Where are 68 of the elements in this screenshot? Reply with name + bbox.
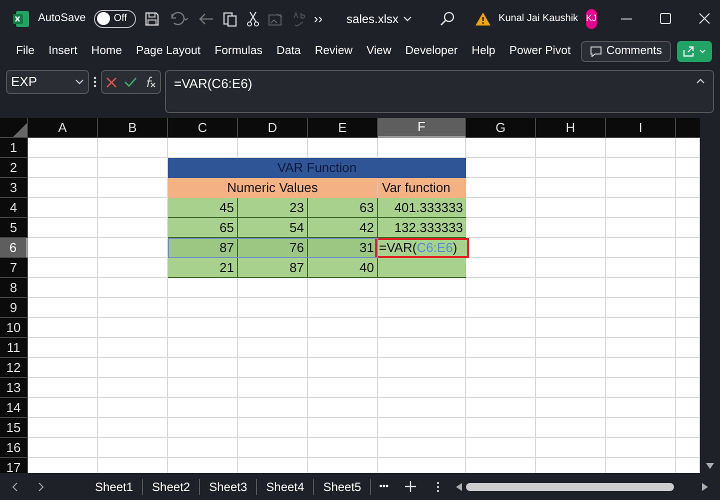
menu-tab[interactable]: View (366, 42, 392, 60)
row-header[interactable]: 10 (0, 318, 28, 338)
formula-editor[interactable]: =VAR(C6:E6) (375, 238, 469, 258)
sheet-tab[interactable]: Sheet3 (200, 478, 256, 496)
table-cell: 45 (168, 198, 238, 218)
table-header-cell: Numeric Values (168, 178, 378, 198)
menu-tab[interactable]: Page Layout (136, 42, 201, 60)
sheet-tab[interactable]: Sheet5 (314, 478, 370, 496)
menu-tab[interactable]: Developer (405, 42, 458, 60)
menu-tab[interactable]: Home (91, 42, 122, 60)
sheet-tab[interactable]: Sheet4 (257, 478, 314, 496)
table-title-cell: VAR Function (168, 158, 466, 178)
column-header[interactable]: H (536, 118, 606, 138)
table-cell: 76 (238, 238, 308, 258)
row-header[interactable]: 12 (0, 358, 28, 378)
row-header[interactable]: 9 (0, 298, 28, 318)
file-name-dropdown[interactable]: sales.xlsx (346, 10, 412, 28)
column-header[interactable]: I (606, 118, 676, 138)
row-header[interactable]: 3 (0, 178, 28, 198)
column-header[interactable]: G (466, 118, 536, 138)
menu-tab[interactable]: Insert (48, 42, 78, 60)
menu-tab[interactable]: Formulas (214, 42, 263, 60)
menu-tab[interactable]: Review (314, 42, 353, 60)
sheet-tab[interactable]: Sheet2 (143, 478, 200, 496)
menu-tab[interactable]: Data (276, 42, 301, 60)
comments-button[interactable]: Comments (581, 41, 671, 62)
column-header[interactable]: C (168, 118, 238, 138)
column-header[interactable]: F (378, 118, 466, 138)
table-cell: 132.333333 (378, 218, 466, 238)
table-cell: 21 (168, 258, 238, 278)
row-header[interactable]: 17 (0, 458, 28, 473)
name-box[interactable]: EXP (6, 70, 89, 94)
row-header[interactable]: 13 (0, 378, 28, 398)
formula-input[interactable]: =VAR(C6:E6) (165, 70, 714, 113)
table-cell: 63 (308, 198, 378, 218)
row-header[interactable]: 6 (0, 238, 28, 258)
autosave-toggle[interactable]: Off (94, 10, 136, 28)
table-cell: 401.333333 (378, 198, 466, 218)
row-header[interactable]: 8 (0, 278, 28, 298)
table-cell: 65 (168, 218, 238, 238)
column-header[interactable]: E (308, 118, 378, 138)
avatar[interactable]: KJ (586, 8, 597, 28)
row-header[interactable]: 5 (0, 218, 28, 238)
row-header[interactable]: 16 (0, 438, 28, 458)
table-cell: 23 (238, 198, 308, 218)
table-cell: 54 (238, 218, 308, 238)
sheet-tab[interactable]: Sheet1 (86, 478, 142, 496)
column-header[interactable]: D (238, 118, 308, 138)
user-name: Kunal Jai Kaushik (498, 12, 578, 26)
menu-tab[interactable]: Power Pivot (509, 42, 571, 60)
autosave-label: AutoSave (38, 11, 86, 26)
row-header[interactable]: 4 (0, 198, 28, 218)
more-commands-button[interactable]: ›› (314, 8, 323, 28)
row-header[interactable]: 14 (0, 398, 28, 418)
table-header-cell: Var function (378, 178, 466, 198)
column-header[interactable]: A (28, 118, 98, 138)
menu-tab[interactable]: File (16, 42, 35, 60)
table-cell: 40 (308, 258, 378, 278)
column-header[interactable]: B (98, 118, 168, 138)
more-sheets-button[interactable]: ••• (371, 480, 397, 494)
row-header[interactable]: 15 (0, 418, 28, 438)
row-header[interactable]: 2 (0, 158, 28, 178)
row-header[interactable]: 11 (0, 338, 28, 358)
table-cell: 42 (308, 218, 378, 238)
table-cell: 87 (238, 258, 308, 278)
row-header[interactable]: 7 (0, 258, 28, 278)
menu-tab[interactable]: Help (472, 42, 496, 60)
row-header[interactable]: 1 (0, 138, 28, 158)
